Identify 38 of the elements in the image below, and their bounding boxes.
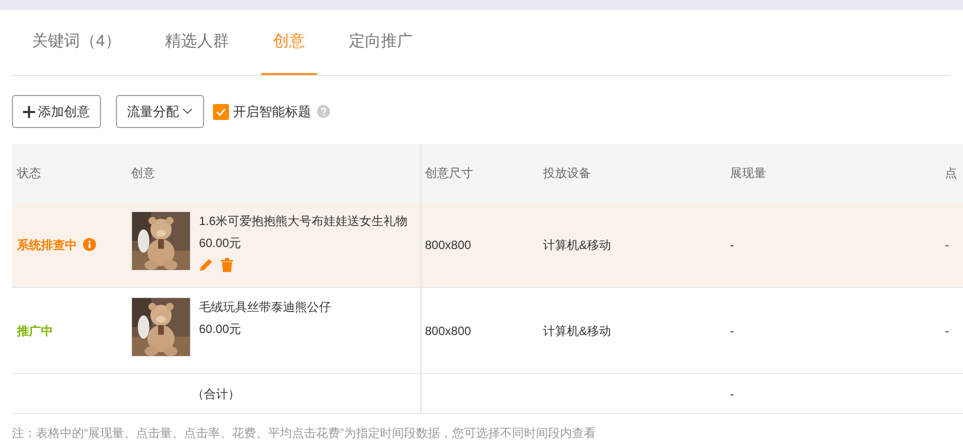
- tab[interactable]: 精选人群: [152, 10, 241, 75]
- trash-icon[interactable]: [221, 258, 233, 272]
- tab[interactable]: 关键词（4）: [20, 10, 133, 75]
- table-cell-text: 计算机&移动: [543, 322, 612, 340]
- table-cell-text: -: [730, 322, 734, 340]
- table-cell-text: 800x800: [425, 236, 472, 254]
- column-header: 创意: [131, 165, 155, 182]
- table-cell-text: 计算机&移动: [543, 236, 612, 254]
- creative-price: 60.00元: [199, 321, 242, 338]
- total-label: （合计）: [192, 386, 240, 402]
- checkbox[interactable]: [213, 104, 229, 120]
- table-cell-text: 800x800: [425, 322, 472, 340]
- creative-price: 60.00元: [199, 235, 242, 252]
- column-header: 状态: [17, 165, 41, 182]
- creative-title: 毛绒玩具丝带泰迪熊公仔: [199, 299, 331, 316]
- table-cell-text: -: [945, 236, 949, 254]
- info-icon[interactable]: [83, 238, 96, 251]
- column-header: 创意尺寸: [425, 165, 473, 182]
- table-cell-text: -: [730, 386, 734, 402]
- traffic-dropdown[interactable]: 流量分配: [116, 95, 204, 128]
- column-header: 展现量: [730, 165, 766, 182]
- column-header: 投放设备: [543, 165, 591, 182]
- tab[interactable]: 定向推广: [336, 10, 425, 75]
- note-text: 注：表格中的“展现量、点击量、点击率、花费、平均点击花费”为指定时间段数据，您可选择不同时间段内查看: [12, 425, 597, 441]
- status-text: 推广中: [17, 322, 53, 340]
- plus-icon: [23, 106, 35, 118]
- checkmark-icon: [216, 108, 226, 116]
- table-cell-text: -: [945, 322, 949, 340]
- table-row[interactable]: 系统排查中 1.6米可爱抱抱熊大号布娃娃送女生礼物 60.00元 800x800 计算机&移动 - -: [12, 202, 963, 288]
- help-icon[interactable]: [317, 105, 330, 118]
- creative-title: 1.6米可爱抱抱熊大号布娃娃送女生礼物: [199, 213, 408, 230]
- chevron-down-icon: [182, 108, 193, 115]
- status-text: 系统排查中: [17, 236, 77, 254]
- table-cell-text: -: [730, 236, 734, 254]
- pencil-icon[interactable]: [199, 258, 213, 272]
- column-header: 点: [945, 165, 957, 182]
- add-creative-button[interactable]: 添加创意: [12, 95, 101, 128]
- checkbox-label: 开启智能标题: [233, 102, 311, 121]
